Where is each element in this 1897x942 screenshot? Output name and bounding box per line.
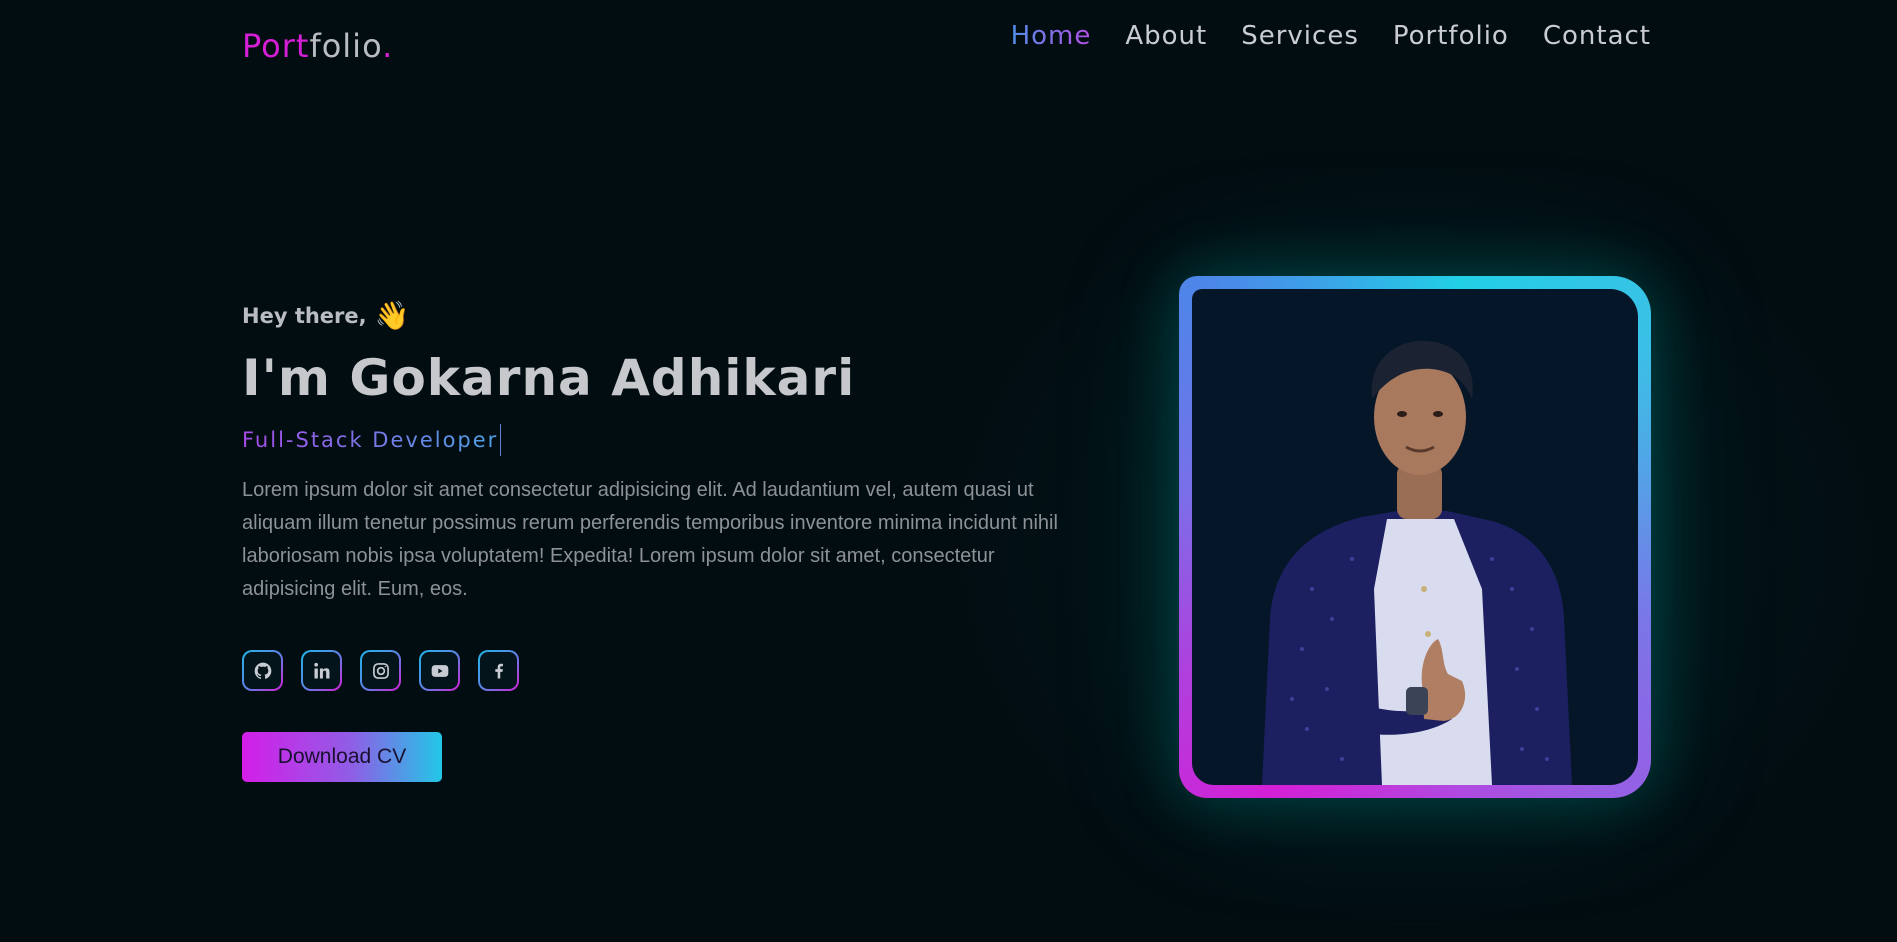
logo-part-3: .	[382, 27, 394, 65]
download-cv-button[interactable]: Download CV	[242, 732, 442, 782]
logo-part-1: Port	[242, 27, 310, 65]
github-icon	[254, 662, 271, 679]
hero-name: I'm Gokarna Adhikari	[242, 349, 856, 407]
greeting-text: Hey there,	[242, 304, 367, 328]
person-illustration	[1262, 340, 1572, 785]
facebook-link[interactable]	[478, 650, 519, 691]
instagram-icon	[372, 662, 389, 679]
logo[interactable]: Portfolio.	[242, 22, 393, 70]
linkedin-icon	[313, 662, 329, 678]
youtube-link[interactable]	[419, 650, 460, 691]
waving-hand-icon: 👋	[374, 299, 410, 332]
facebook-icon	[494, 663, 503, 678]
hero-role: Full-Stack Developer	[242, 424, 502, 456]
profile-photo	[1192, 289, 1638, 785]
nav-home[interactable]: Home	[1011, 18, 1092, 54]
page: Portfolio. Home About Services Portfolio…	[0, 0, 1897, 942]
nav-contact[interactable]: Contact	[1543, 18, 1651, 54]
nav-portfolio[interactable]: Portfolio	[1393, 18, 1509, 54]
instagram-link[interactable]	[360, 650, 401, 691]
linkedin-link[interactable]	[301, 650, 342, 691]
greeting: Hey there, 👋	[242, 298, 410, 334]
logo-part-2: folio	[309, 27, 383, 65]
github-link[interactable]	[242, 650, 283, 691]
profile-photo-frame	[1179, 276, 1651, 798]
social-links	[242, 650, 519, 691]
nav-about[interactable]: About	[1125, 18, 1207, 54]
hero-description: Lorem ipsum dolor sit amet consectetur a…	[242, 479, 1058, 600]
youtube-icon	[431, 664, 448, 677]
nav-services[interactable]: Services	[1241, 18, 1359, 54]
main-nav: Home About Services Portfolio Contact	[977, 18, 1651, 54]
